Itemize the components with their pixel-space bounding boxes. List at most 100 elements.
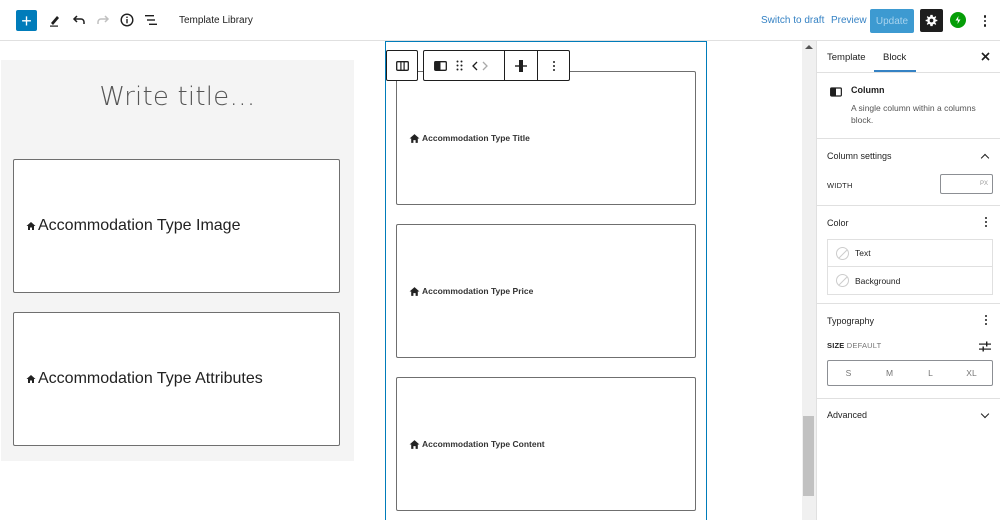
preview-button[interactable]: Preview	[831, 15, 867, 26]
block-card: Column A single column within a columns …	[817, 73, 1000, 139]
block-label: Accommodation Type Price	[422, 286, 534, 296]
typography-panel-title: Typography	[827, 316, 875, 326]
home-icon	[409, 133, 420, 143]
block-toolbar	[423, 50, 570, 81]
width-label: WIDTH	[827, 181, 853, 190]
list-view-button[interactable]	[140, 9, 162, 31]
redo-icon	[97, 15, 110, 24]
size-label: SIZE	[827, 341, 845, 350]
drag-handle[interactable]	[456, 60, 463, 71]
width-unit[interactable]: PX	[980, 181, 988, 187]
canvas-scrollbar[interactable]	[802, 41, 816, 520]
typography-panel: Typography SIZE DEFAULT S M L XL	[817, 304, 1000, 399]
tab-template[interactable]: Template	[827, 52, 866, 63]
post-title-input[interactable]: Write title…	[1, 82, 354, 112]
block-mover-group	[424, 51, 506, 80]
font-size-picker: S M L XL	[827, 360, 993, 386]
redo-button[interactable]	[92, 9, 114, 31]
close-icon	[981, 52, 990, 61]
info-icon	[120, 13, 134, 27]
block-label: Accommodation Type Title	[422, 133, 530, 143]
add-block-button[interactable]: +	[16, 10, 37, 31]
chevron-left-icon	[472, 61, 478, 70]
block-type-button[interactable]	[434, 60, 447, 71]
column-settings-toggle[interactable]: Column settings	[827, 151, 892, 161]
accommodation-type-image-block[interactable]: Accommodation Type Image	[13, 159, 340, 293]
empty-swatch-icon	[836, 246, 849, 260]
details-button[interactable]	[116, 9, 138, 31]
undo-icon	[72, 15, 85, 24]
left-column[interactable]: Write title… Accommodation Type Image Ac…	[1, 60, 354, 461]
size-option-m[interactable]: M	[869, 361, 910, 385]
size-option-xl[interactable]: XL	[951, 361, 992, 385]
block-card-description: A single column within a columns block.	[851, 103, 976, 125]
update-button[interactable]: Update	[870, 9, 914, 33]
color-panel: Color Text Background	[817, 206, 1000, 304]
color-list: Text Background	[827, 239, 993, 295]
more-vertical-icon	[552, 60, 555, 71]
settings-button[interactable]	[920, 9, 943, 32]
editor-header: + Template Library Switch to draft Previ…	[0, 0, 1000, 41]
scrollbar-thumb[interactable]	[803, 416, 814, 496]
block-label: Accommodation Type Image	[38, 217, 241, 234]
pencil-icon	[50, 16, 59, 27]
move-right-button[interactable]	[482, 61, 488, 71]
sidebar-tabs: Template Block	[817, 41, 1000, 73]
empty-swatch-icon	[836, 274, 849, 287]
active-tab-indicator	[874, 70, 916, 72]
chevron-right-icon	[482, 61, 488, 70]
editor-canvas: Write title… Accommodation Type Image Ac…	[0, 41, 816, 520]
column-icon	[830, 87, 842, 97]
jetpack-icon	[955, 16, 961, 24]
advanced-toggle[interactable]: Advanced	[827, 410, 867, 420]
typography-options-button[interactable]	[985, 315, 987, 325]
width-input[interactable]: PX	[940, 174, 993, 194]
settings-sidebar: Template Block Column A single column wi…	[816, 41, 1000, 520]
size-value: DEFAULT	[846, 341, 882, 350]
plus-icon: +	[21, 10, 32, 31]
drag-handle-icon	[456, 60, 463, 71]
select-parent-columns-button[interactable]	[386, 50, 418, 81]
selected-column[interactable]: Accommodation Type Title Accommodation T…	[385, 41, 707, 520]
home-icon	[26, 222, 36, 230]
tab-block[interactable]: Block	[883, 52, 906, 63]
color-options-button[interactable]	[985, 217, 987, 227]
size-option-s[interactable]: S	[828, 361, 869, 385]
color-item-text[interactable]: Text	[828, 240, 992, 267]
undo-button[interactable]	[68, 9, 90, 31]
accommodation-type-content-block[interactable]: Accommodation Type Content	[396, 377, 696, 511]
switch-to-draft-button[interactable]: Switch to draft	[761, 15, 824, 26]
options-menu-button[interactable]	[978, 11, 992, 31]
more-vertical-icon	[983, 15, 987, 18]
move-left-button[interactable]	[472, 61, 478, 71]
size-option-l[interactable]: L	[910, 361, 951, 385]
column-icon	[434, 60, 447, 71]
gear-icon	[925, 14, 938, 27]
color-panel-title: Color	[827, 218, 849, 228]
home-icon	[409, 439, 420, 449]
block-options-button[interactable]	[538, 51, 569, 80]
custom-size-button[interactable]	[979, 339, 991, 357]
color-item-background[interactable]: Background	[828, 267, 992, 294]
scroll-up-arrow-icon[interactable]	[805, 45, 813, 49]
home-icon	[26, 375, 36, 383]
close-sidebar-button[interactable]	[981, 49, 990, 64]
chevron-up-icon[interactable]	[980, 153, 990, 163]
document-title[interactable]: Template Library	[179, 15, 253, 26]
accommodation-type-price-block[interactable]: Accommodation Type Price	[396, 224, 696, 358]
jetpack-button[interactable]	[950, 12, 966, 28]
advanced-panel: Advanced	[817, 399, 1000, 435]
more-vertical-icon	[985, 217, 987, 219]
list-view-icon	[145, 15, 157, 25]
tools-button[interactable]	[44, 9, 66, 31]
settings-sliders-icon	[979, 341, 991, 352]
align-center-icon	[515, 59, 528, 72]
accommodation-type-title-block[interactable]: Accommodation Type Title	[396, 71, 696, 205]
chevron-down-icon[interactable]	[980, 409, 990, 419]
columns-icon	[395, 60, 409, 71]
vertical-alignment-button[interactable]	[505, 51, 539, 80]
column-settings-panel: Column settings WIDTH PX	[817, 139, 1000, 206]
accommodation-type-attributes-block[interactable]: Accommodation Type Attributes	[13, 312, 340, 446]
more-vertical-icon	[985, 315, 987, 317]
block-label: Accommodation Type Content	[422, 439, 545, 449]
